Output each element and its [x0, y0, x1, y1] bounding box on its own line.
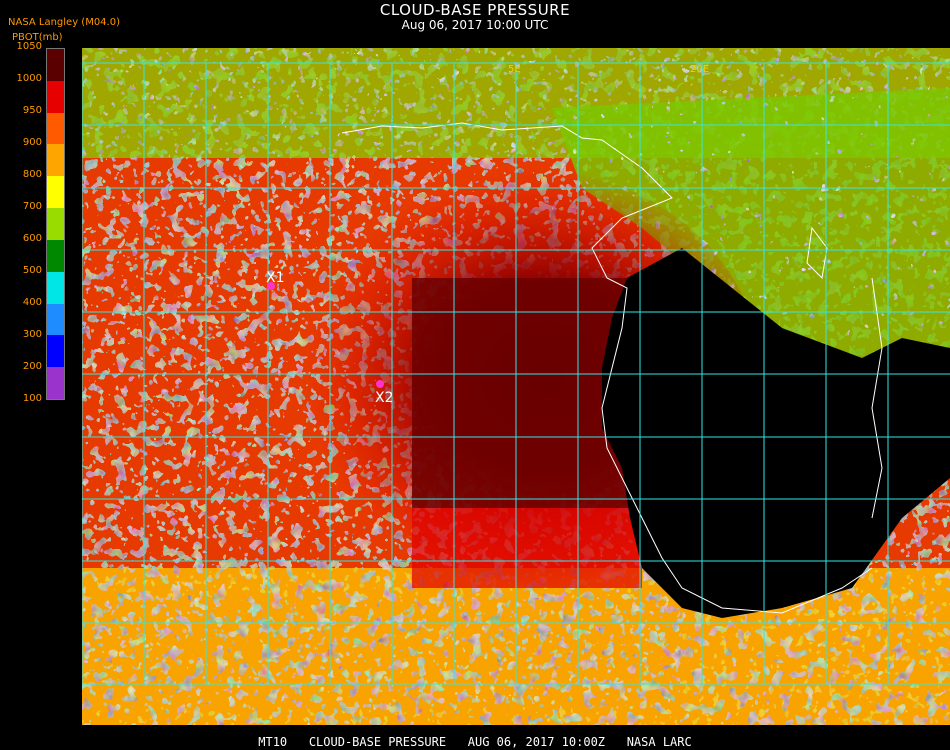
south-band-cyan	[82, 598, 682, 708]
scale-tick-label: 950	[22, 105, 42, 116]
lon-label: 20E	[690, 64, 709, 75]
satellite-map: 5E 20E X1 X2	[82, 48, 950, 725]
scale-tick-label: 1050	[16, 41, 42, 52]
scale-band	[47, 112, 64, 145]
lon-label: 5E	[508, 64, 521, 75]
scale-tick-label: 800	[22, 169, 42, 180]
scale-tick-label: 700	[22, 201, 42, 212]
scale-band	[47, 367, 64, 400]
scale-band	[47, 335, 64, 368]
scale-band	[47, 271, 64, 305]
red-shelf	[412, 508, 642, 588]
map-title: CLOUD-BASE PRESSURE	[379, 1, 571, 19]
scale-tick-label: 500	[22, 265, 42, 276]
scale-band	[47, 49, 64, 82]
marker-x2-label: X2	[375, 390, 394, 406]
scale-tick-label: 100	[22, 393, 42, 404]
scale-band	[47, 208, 64, 241]
footer-caption: MT10 CLOUD-BASE PRESSURE AUG 06, 2017 10…	[258, 735, 692, 749]
marker-x2-dot	[376, 380, 384, 388]
scale-band	[47, 144, 64, 177]
map-timestamp: Aug 06, 2017 10:00 UTC	[401, 18, 549, 32]
scale-tick-label: 200	[22, 361, 42, 372]
scale-tick-label: 600	[22, 233, 42, 244]
source-label: NASA Langley (M04.0)	[8, 17, 120, 28]
scale-band	[47, 239, 64, 273]
scale-tick-label: 400	[22, 297, 42, 308]
scale-band	[47, 176, 64, 209]
scale-tick-label: 300	[22, 329, 42, 340]
scale-band	[47, 303, 64, 336]
color-scale-bar	[46, 48, 65, 400]
scale-tick-label: 900	[22, 137, 42, 148]
scale-band	[47, 80, 64, 114]
scale-tick-label: 1000	[16, 73, 42, 84]
marker-x1-label: X1	[266, 270, 285, 286]
